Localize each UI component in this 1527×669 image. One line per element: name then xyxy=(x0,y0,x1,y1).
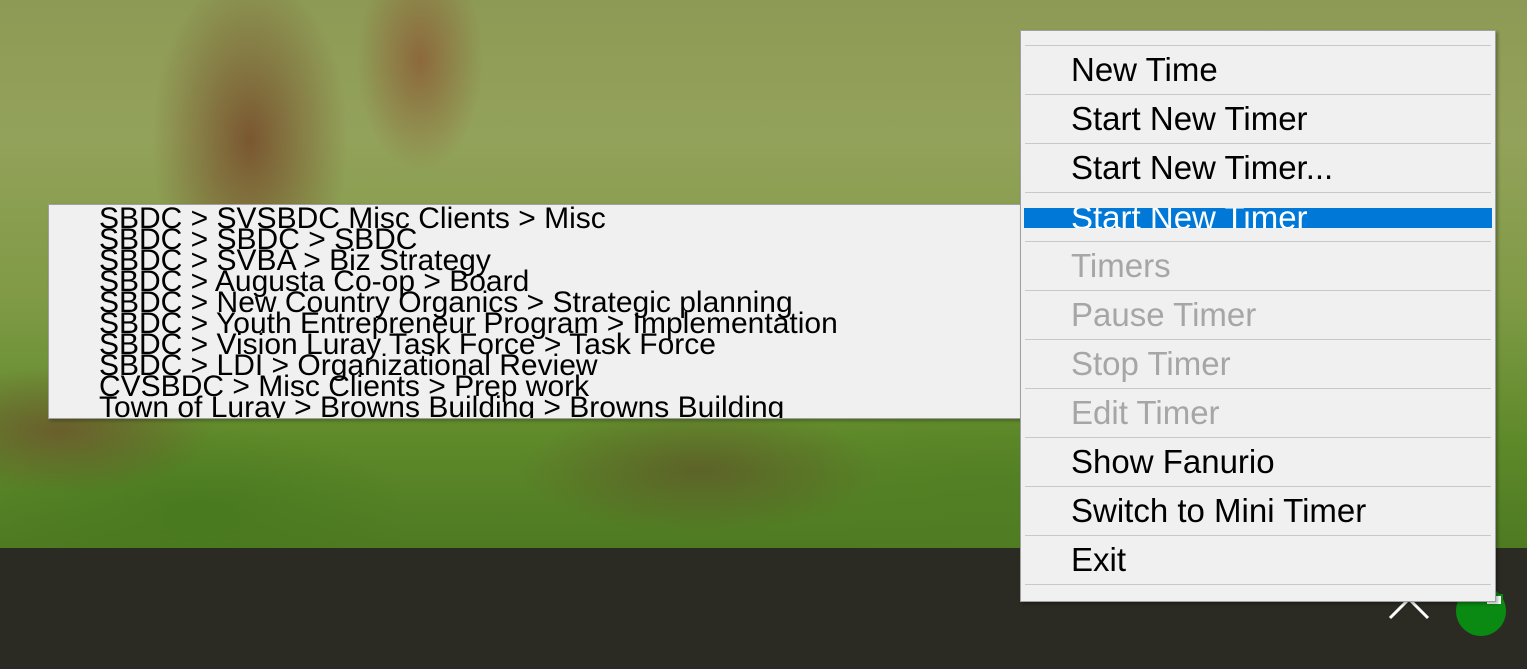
menu-separator xyxy=(1025,339,1491,340)
menu-separator xyxy=(1025,192,1491,193)
menu-item-start-recent-timer[interactable]: Start New Timer xyxy=(1024,208,1492,228)
menu-item-stop-timer[interactable]: Stop Timer xyxy=(1024,343,1492,385)
menu-item-edit-timer[interactable]: Edit Timer xyxy=(1024,392,1492,434)
menu-separator xyxy=(1025,241,1491,242)
menu-separator xyxy=(1025,584,1491,585)
menu-item-start-new-timer-dialog[interactable]: Start New Timer... xyxy=(1024,147,1492,189)
menu-separator xyxy=(1025,535,1491,536)
menu-item-new-time[interactable]: New Time xyxy=(1024,49,1492,91)
menu-item-show-fanurio[interactable]: Show Fanurio xyxy=(1024,441,1492,483)
menu-separator xyxy=(1025,290,1491,291)
submenu-item[interactable]: Town of Luray > Browns Building > Browns… xyxy=(99,392,784,419)
menu-separator xyxy=(1025,486,1491,487)
menu-item-timers[interactable]: Timers xyxy=(1024,245,1492,287)
menu-separator xyxy=(1025,143,1491,144)
menu-separator xyxy=(1025,388,1491,389)
menu-separator xyxy=(1025,437,1491,438)
recent-timers-submenu: SBDC > SVSBDC Misc Clients > Misc SBDC >… xyxy=(48,204,1023,419)
menu-item-start-new-timer[interactable]: Start New Timer xyxy=(1024,98,1492,140)
menu-separator xyxy=(1025,94,1491,95)
menu-item-switch-mini-timer[interactable]: Switch to Mini Timer xyxy=(1024,490,1492,532)
menu-item-exit[interactable]: Exit xyxy=(1024,539,1492,581)
tray-context-menu: New Time Start New Timer Start New Timer… xyxy=(1020,30,1496,602)
menu-item-pause-timer[interactable]: Pause Timer xyxy=(1024,294,1492,336)
menu-separator xyxy=(1025,45,1491,46)
